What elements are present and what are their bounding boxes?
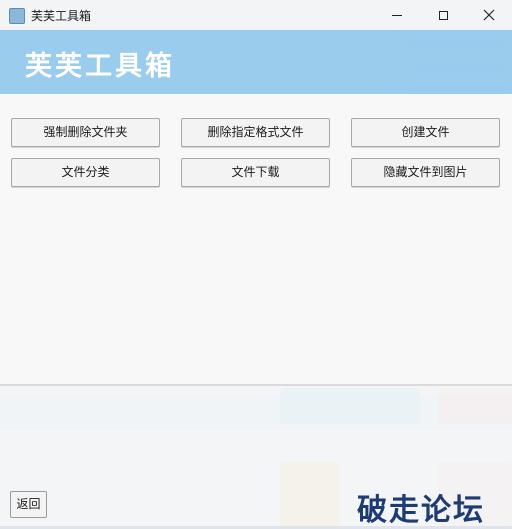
hide-file-in-image-button[interactable]: 隐藏文件到图片 (351, 158, 500, 187)
minimize-icon (392, 14, 402, 16)
maximize-icon (438, 10, 448, 20)
title-bar[interactable]: 芙芙工具箱 (0, 0, 512, 30)
header-banner: 芙芙工具箱 (0, 30, 512, 94)
minimize-button[interactable] (374, 0, 420, 30)
window-title: 芙芙工具箱 (31, 9, 92, 23)
app-window: 芙芙工具箱 芙芙工具箱 强制删除文件夹 删除指定格式文件 创建文件 文件分类 文… (0, 0, 512, 528)
delete-by-format-button[interactable]: 删除指定格式文件 (181, 118, 330, 147)
forum-watermark: 破走论坛 (357, 493, 485, 528)
close-button[interactable] (466, 0, 512, 30)
back-button[interactable]: 返回 (10, 491, 47, 518)
close-icon (483, 9, 495, 21)
button-panel: 强制删除文件夹 删除指定格式文件 创建文件 文件分类 文件下载 隐藏文件到图片 (0, 94, 512, 386)
force-delete-folder-button[interactable]: 强制删除文件夹 (11, 118, 160, 147)
app-icon (9, 8, 25, 24)
create-file-button[interactable]: 创建文件 (351, 118, 500, 147)
banner-title: 芙芙工具箱 (25, 51, 175, 82)
file-download-button[interactable]: 文件下载 (181, 158, 330, 187)
maximize-button[interactable] (420, 0, 466, 30)
file-classify-button[interactable]: 文件分类 (11, 158, 160, 187)
